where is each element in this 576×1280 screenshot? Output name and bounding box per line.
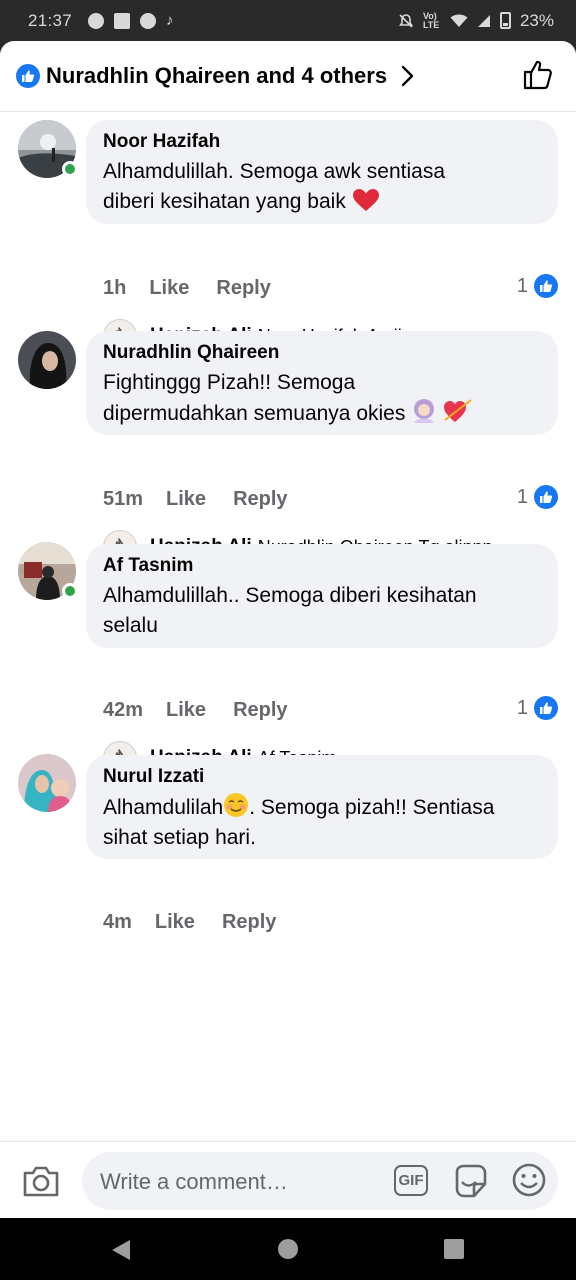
reply-button[interactable]: Reply (233, 699, 287, 722)
like-button[interactable]: Like (166, 488, 206, 511)
like-button[interactable]: Like (149, 277, 189, 300)
comment-text: Alhamdulillah. Semoga awk sentiasa diber… (103, 160, 446, 213)
reactions-header[interactable]: Nuradhlin Qhaireen and 4 others (0, 41, 576, 112)
status-bar: 21:37 ♪ Vo) LTE 23% (0, 0, 576, 41)
system-icons: Vo) LTE 23% (398, 11, 554, 31)
online-status-icon (62, 161, 78, 177)
comment-text: Alhamdulilah. Semoga pizah!! Sentiasa si… (103, 792, 540, 853)
tiktok-notification-icon: ♪ (166, 12, 174, 29)
reply-button[interactable]: Reply (216, 277, 270, 300)
reply-button[interactable]: Reply (233, 488, 287, 511)
comment-input[interactable]: Write a comment… GIF (82, 1152, 558, 1210)
comment-time: 1h (103, 277, 127, 299)
comment-actions: 51m Like Reply (103, 488, 288, 511)
commenter-name[interactable]: Nurul Izzati (103, 765, 540, 789)
recent-apps-icon[interactable] (444, 1239, 464, 1259)
like-reaction-icon (534, 696, 558, 720)
comment-bubble[interactable]: Nuradhlin Qhaireen Fightinggg Pizah!! Se… (86, 331, 558, 435)
comment-bubble[interactable]: Nurul Izzati Alhamdulilah. Semoga pizah!… (86, 755, 558, 859)
comment-time: 51m (103, 488, 144, 510)
avatar[interactable] (18, 331, 76, 389)
back-icon[interactable] (110, 1238, 132, 1262)
comment-actions: 1h Like Reply (103, 277, 271, 300)
like-reaction-icon (534, 274, 558, 298)
comment-text: Fightinggg Pizah!! Semoga dipermudahkan … (103, 368, 540, 429)
comment-time: 4m (103, 911, 132, 933)
comment-bubble[interactable]: Af Tasnim Alhamdulillah.. Semoga diberi … (86, 544, 558, 648)
system-navigation-bar (0, 1218, 576, 1280)
comment-text: Alhamdulillah.. Semoga diberi kesihatan … (103, 584, 477, 637)
emoji-icon[interactable] (512, 1163, 546, 1197)
reaction-count[interactable]: 1 (517, 485, 558, 509)
mute-icon (398, 13, 414, 28)
battery-percent: 23% (519, 10, 554, 30)
commenter-name[interactable]: Noor Hazifah (103, 130, 540, 154)
like-reaction-icon (16, 64, 40, 88)
volte-label: Vo) LTE (422, 10, 440, 30)
reactions-summary[interactable]: Nuradhlin Qhaireen and 4 others (46, 63, 387, 89)
signal-icon (477, 14, 490, 27)
comment-time: 42m (103, 699, 144, 721)
chevron-right-icon[interactable] (401, 65, 415, 87)
like-outline-icon[interactable] (522, 59, 554, 91)
camera-icon[interactable] (22, 1164, 60, 1198)
reaction-count[interactable]: 1 (517, 274, 558, 298)
like-button[interactable]: Like (155, 911, 195, 934)
like-reaction-icon (534, 485, 558, 509)
comment-composer: Write a comment… GIF (0, 1141, 576, 1218)
battery-icon (499, 12, 511, 29)
sticker-icon[interactable] (452, 1162, 490, 1200)
reaction-count[interactable]: 1 (517, 696, 558, 720)
commenter-name[interactable]: Af Tasnim (103, 554, 540, 578)
heart-arrow-emoji-icon (444, 399, 472, 422)
status-time: 21:37 (28, 10, 73, 30)
home-icon[interactable] (278, 1239, 298, 1259)
comment-bubble[interactable]: Noor Hazifah Alhamdulillah. Semoga awk s… (86, 120, 558, 224)
comment-actions: 42m Like Reply (103, 699, 288, 722)
comment-input-placeholder: Write a comment… (100, 1169, 288, 1194)
facebook-notification-icon-2 (140, 12, 157, 29)
gallery-notification-icon (114, 12, 131, 29)
online-status-icon (62, 583, 78, 599)
gif-button[interactable]: GIF (394, 1165, 428, 1196)
notification-icons: ♪ (88, 12, 174, 29)
smiling-face-emoji-icon (224, 793, 249, 817)
red-heart-emoji-icon (352, 189, 379, 211)
reply-button[interactable]: Reply (222, 911, 276, 934)
avatar[interactable] (18, 754, 76, 812)
comments-sheet: Nuradhlin Qhaireen and 4 others Noor Haz… (0, 41, 576, 1218)
facebook-notification-icon (88, 12, 105, 29)
like-button[interactable]: Like (166, 699, 206, 722)
comment-actions: 4m Like Reply (103, 911, 276, 934)
wifi-icon (450, 14, 468, 27)
woman-gesturing-emoji-icon (414, 399, 435, 423)
commenter-name[interactable]: Nuradhlin Qhaireen (103, 341, 540, 365)
